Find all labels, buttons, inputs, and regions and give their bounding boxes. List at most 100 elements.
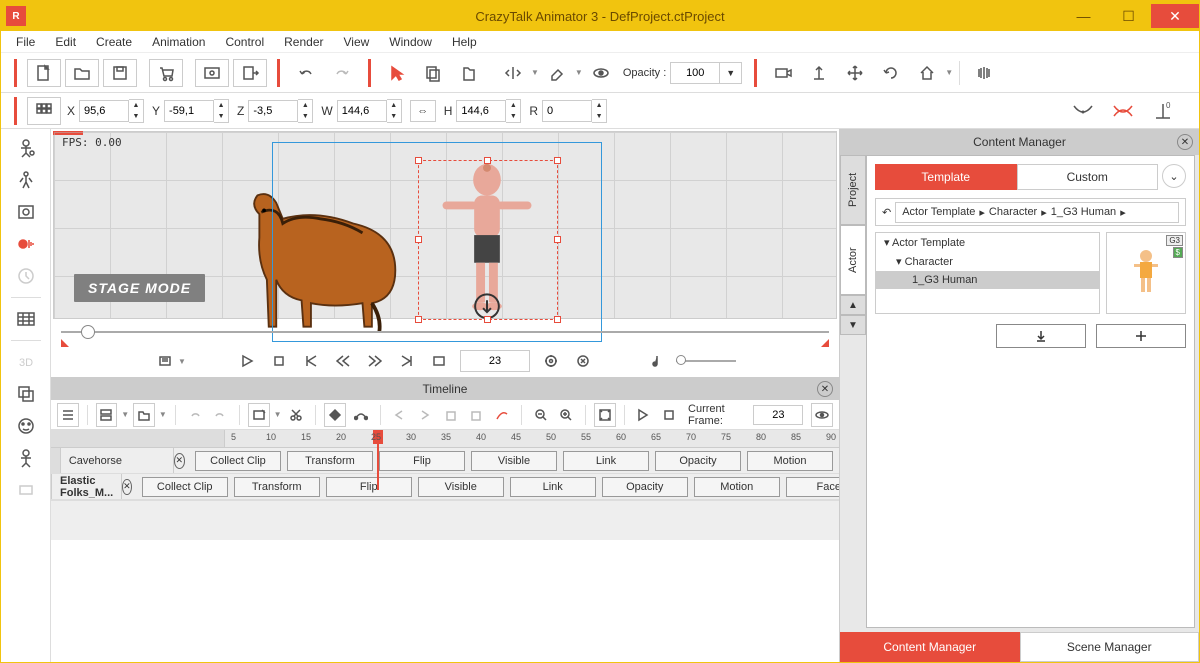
undo-button[interactable] (290, 58, 322, 88)
timeline-close-button[interactable]: ✕ (817, 381, 833, 397)
clip-button[interactable]: Transform (234, 477, 320, 497)
x-input[interactable] (79, 100, 129, 122)
tl-zoomin-button[interactable] (556, 403, 578, 427)
align-tool-icon[interactable]: 0 (1152, 102, 1174, 120)
select-tool[interactable] (381, 58, 413, 88)
layers-tool[interactable] (8, 379, 44, 409)
breadcrumb-item[interactable]: Character (989, 206, 1037, 219)
clip-button[interactable]: Link (510, 477, 596, 497)
copy-button[interactable] (417, 58, 449, 88)
close-button[interactable]: ✕ (1151, 4, 1199, 28)
export-button[interactable] (233, 59, 267, 87)
home-button[interactable] (911, 58, 943, 88)
tl-fit-button[interactable] (594, 403, 616, 427)
tab-template[interactable]: Template (875, 164, 1017, 190)
tl-edit-button[interactable] (248, 403, 270, 427)
tl-prevkey-button[interactable] (388, 403, 410, 427)
download-button[interactable] (996, 324, 1086, 348)
face-tool-active-icon[interactable] (1112, 102, 1134, 120)
track-name[interactable]: Elastic Folks_M... (52, 474, 122, 499)
spin-up[interactable]: ▲ (129, 100, 143, 111)
selection-inner[interactable] (418, 160, 558, 320)
scrubber-knob[interactable] (81, 325, 95, 339)
last-frame-button[interactable] (396, 350, 418, 372)
timeline-track[interactable]: Cavehorse✕Collect ClipTransformFlipVisib… (51, 448, 839, 474)
viewport[interactable]: FPS: 0.00 (53, 131, 837, 319)
menu-control[interactable]: Control (215, 33, 274, 51)
clip-button[interactable]: Flip (326, 477, 412, 497)
timeline-ruler[interactable]: 5101520253035404550556065707580859095100… (51, 430, 839, 448)
menu-create[interactable]: Create (86, 33, 142, 51)
breadcrumb-item[interactable]: 1_G3 Human (1051, 206, 1116, 219)
sidetab-scroll-down[interactable]: ▼ (840, 315, 866, 335)
audio-tool[interactable] (8, 229, 44, 259)
flip-h-button[interactable] (497, 58, 529, 88)
tab-scene-manager[interactable]: Scene Manager (1020, 632, 1200, 662)
photo-tool[interactable] (8, 197, 44, 227)
tl-loop-button[interactable] (466, 403, 488, 427)
sidetab-actor[interactable]: Actor (840, 225, 866, 295)
tl-cut-button[interactable] (286, 403, 308, 427)
content-manager-close-button[interactable]: ✕ (1177, 134, 1193, 150)
menu-file[interactable]: File (6, 33, 45, 51)
prev-frame-button[interactable] (332, 350, 354, 372)
clip-button[interactable]: Opacity (602, 477, 688, 497)
clip-button[interactable]: Collect Clip (142, 477, 228, 497)
menu-edit[interactable]: Edit (45, 33, 86, 51)
menu-view[interactable]: View (333, 33, 379, 51)
stop-button[interactable] (268, 350, 290, 372)
clip-button[interactable]: Transform (287, 451, 373, 471)
save-file-button[interactable] (103, 59, 137, 87)
clip-button[interactable]: Collect Clip (195, 451, 281, 471)
paste-button[interactable] (453, 58, 485, 88)
w-input[interactable] (337, 100, 387, 122)
opacity-dropdown[interactable]: ▼ (720, 62, 742, 84)
tl-curve-button[interactable] (350, 403, 372, 427)
tl-curve2-button[interactable] (491, 403, 513, 427)
tl-redo-button[interactable] (209, 403, 231, 427)
tl-stop-button[interactable] (658, 403, 680, 427)
rotate-button[interactable] (875, 58, 907, 88)
track-name[interactable]: Cavehorse (61, 448, 174, 473)
range-end-icon[interactable] (821, 339, 829, 347)
tl-undo-button[interactable] (184, 403, 206, 427)
loop-button[interactable] (428, 350, 450, 372)
tl-zoomout-button[interactable] (530, 403, 552, 427)
minimize-button[interactable]: — (1061, 4, 1106, 28)
content-thumbnail[interactable]: G3 $ (1106, 232, 1186, 314)
sidetab-project[interactable]: Project (840, 155, 866, 225)
redo-button[interactable] (326, 58, 358, 88)
camera-button[interactable] (767, 58, 799, 88)
link-wh-button[interactable]: ⇔ (410, 100, 436, 122)
tl-list-button[interactable] (57, 403, 79, 427)
tl-track-button[interactable] (96, 403, 118, 427)
visibility-button[interactable] (585, 58, 617, 88)
sidetab-scroll-up[interactable]: ▲ (840, 295, 866, 315)
grid-snap-button[interactable] (27, 97, 61, 125)
move-button[interactable] (839, 58, 871, 88)
cart-button[interactable] (149, 59, 183, 87)
zoom-scrubber[interactable] (61, 323, 829, 343)
tree-node[interactable]: ▾ Character (876, 252, 1099, 271)
clip-button[interactable]: Flip (379, 451, 465, 471)
tab-content-manager[interactable]: Content Manager (840, 632, 1020, 662)
body-puppet-tool[interactable] (8, 443, 44, 473)
current-frame-input[interactable] (753, 405, 803, 425)
open-file-button[interactable] (65, 59, 99, 87)
first-frame-button[interactable] (300, 350, 322, 372)
play-button[interactable] (236, 350, 258, 372)
tl-key-button[interactable] (324, 403, 346, 427)
scale-button[interactable] (803, 58, 835, 88)
current-frame-input[interactable] (460, 350, 530, 372)
maximize-button[interactable]: ☐ (1106, 4, 1151, 28)
eraser-button[interactable] (541, 58, 573, 88)
tl-nextkey-button[interactable] (414, 403, 436, 427)
clip-button[interactable]: Motion (694, 477, 780, 497)
preview-button[interactable] (195, 59, 229, 87)
settings2-button[interactable] (572, 350, 594, 372)
tl-eye-button[interactable] (811, 403, 833, 427)
breadcrumb-item[interactable]: Actor Template (902, 206, 975, 219)
range-start-icon[interactable] (61, 339, 69, 347)
back-icon[interactable]: ↶ (882, 206, 891, 219)
clip-button[interactable]: Motion (747, 451, 833, 471)
